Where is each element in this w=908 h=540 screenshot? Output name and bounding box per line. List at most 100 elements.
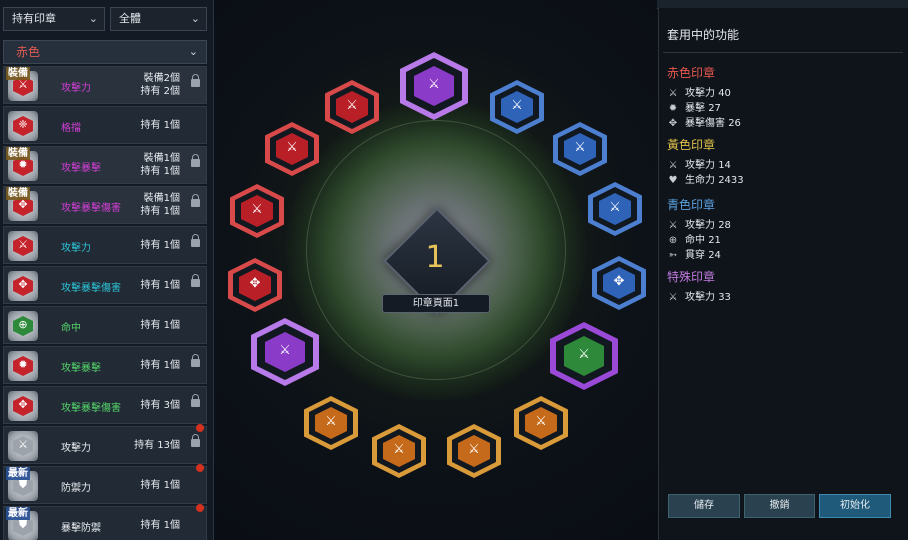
seal-slot[interactable]: ⚔	[325, 80, 379, 134]
seal-slot[interactable]: ⚔	[372, 424, 426, 478]
applied-stat: ➳ 貫穿 24	[667, 249, 721, 263]
lock-icon[interactable]	[191, 354, 200, 367]
seal-slot[interactable]: ⚔	[490, 80, 544, 134]
seal-name: 攻擊暴擊傷害	[61, 203, 121, 214]
stat-value: 26	[728, 118, 741, 129]
category-header[interactable]: 赤色 ⌄	[3, 40, 207, 64]
crossed-swords-icon: ⚔	[325, 414, 337, 429]
seal-list-item[interactable]: ❈ 格擋 持有 1個	[3, 106, 207, 144]
seal-count-line: 持有 3個	[140, 400, 180, 411]
pierce-icon: ➳	[668, 250, 678, 261]
seal-list-item[interactable]: ⊕ 命中 持有 1個	[3, 306, 207, 344]
seal-count-line: 持有 1個	[140, 166, 180, 177]
seal-count-line: 持有 13個	[134, 440, 180, 451]
seal-count: 裝備1個 持有 1個	[140, 152, 180, 178]
crossed-swords-icon: ⚔	[609, 200, 621, 215]
lock-icon[interactable]	[191, 194, 200, 207]
crossed-swords-icon: ⚔	[668, 88, 678, 99]
crossed-swords-icon: ⚔	[279, 343, 291, 358]
lock-icon[interactable]	[191, 434, 200, 447]
seal-list-item[interactable]: ⛊ 最新 防禦力 持有 1個	[3, 464, 207, 504]
seal-list-item[interactable]: ✹ 攻擊暴擊 持有 1個	[3, 346, 207, 384]
reset-button[interactable]: 初始化	[819, 494, 891, 518]
seal-name: 格擋	[61, 123, 81, 134]
seal-slot[interactable]: ⚔	[514, 396, 568, 450]
applied-stat: ✥ 暴擊傷害 26	[667, 117, 741, 131]
lock-icon[interactable]	[191, 274, 200, 287]
seal-slot[interactable]: ⚔	[230, 184, 284, 238]
stat-value: 21	[708, 235, 721, 246]
save-button[interactable]: 儲存	[668, 494, 740, 518]
type-filter-dropdown[interactable]: 全體 ⌄	[110, 7, 207, 31]
seal-icon-frame: ⚔	[8, 231, 38, 261]
seal-count: 持有 1個	[140, 479, 180, 492]
seal-list-item[interactable]: ⚔ 攻擊力 持有 13個	[3, 424, 207, 464]
applied-group-title: 特殊印章	[667, 270, 716, 284]
crossed-swords-icon: ⚔	[346, 98, 358, 113]
owned-filter-dropdown[interactable]: 持有印章 ⌄	[3, 7, 105, 31]
seal-list-item[interactable]: ⚔ 裝備 攻擊力 裝備2個 持有 2個	[3, 66, 207, 104]
seal-name: 攻擊暴擊	[61, 363, 101, 374]
crossed-swords-icon: ⚔	[468, 442, 480, 457]
type-filter-label: 全體	[119, 12, 141, 25]
seal-badge: 最新	[6, 467, 30, 480]
crossed-swords-icon: ⚔	[286, 140, 298, 155]
seal-icon-frame: ⚔	[8, 431, 38, 461]
seal-inventory-panel: 持有印章 ⌄ 全體 ⌄ 赤色 ⌄ ⚔ 裝備 攻擊力 裝備2個 持有 2個 ❈ 格擋 持有 1個…	[0, 0, 214, 540]
seal-name: 攻擊暴擊	[61, 163, 101, 174]
lock-icon[interactable]	[191, 74, 200, 87]
parry-icon: ❈	[18, 118, 28, 131]
seal-count: 持有 1個	[140, 519, 180, 532]
crossed-swords-icon: ⚔	[668, 160, 678, 171]
lock-icon[interactable]	[191, 394, 200, 407]
seal-list-item[interactable]: ⛊ 最新 暴擊防禦 持有 1個	[3, 504, 207, 540]
seal-slot[interactable]: ⚔	[400, 52, 468, 120]
seal-list-item[interactable]: ✥ 攻擊暴擊傷害 持有 1個	[3, 266, 207, 304]
seal-slot[interactable]: ⚔	[265, 122, 319, 176]
seal-count-line: 持有 1個	[140, 320, 180, 331]
seal-name: 攻擊力	[61, 83, 91, 94]
seal-list-item[interactable]: ⚔ 攻擊力 持有 1個	[3, 226, 207, 264]
seal-slot[interactable]: ✥	[592, 256, 646, 310]
owned-filter-label: 持有印章	[12, 12, 56, 25]
crossed-swords-icon: ⚔	[574, 140, 586, 155]
seal-list-item[interactable]: ✥ 攻擊暴擊傷害 持有 3個	[3, 386, 207, 424]
shield-icon: ⛊	[18, 478, 28, 491]
seal-slot[interactable]: ⚔	[304, 396, 358, 450]
lock-icon[interactable]	[191, 234, 200, 247]
target-icon: ⊕	[668, 235, 678, 246]
cancel-button[interactable]: 撤銷	[744, 494, 815, 518]
seal-count: 持有 1個	[140, 239, 180, 252]
seal-slot[interactable]: ⚔	[588, 182, 642, 236]
seal-slot[interactable]: ⚔	[447, 424, 501, 478]
applied-group-title: 青色印章	[667, 198, 716, 212]
seal-list-item[interactable]: ✥ 裝備 攻擊暴擊傷害 裝備1個 持有 1個	[3, 186, 207, 224]
stat-label: 生命力	[685, 175, 715, 186]
seal-count: 持有 3個	[140, 399, 180, 412]
seal-icon-frame: ✹	[8, 351, 38, 381]
seal-slot[interactable]: ⚔	[550, 322, 618, 390]
critical-damage-icon: ✥	[18, 398, 28, 411]
applied-stat: ⚔ 攻擊力 28	[667, 219, 731, 233]
seal-slot[interactable]: ⚔	[553, 122, 607, 176]
seal-count: 持有 1個	[140, 319, 180, 332]
seal-badge: 最新	[6, 507, 30, 520]
seal-list-item[interactable]: ✹ 裝備 攻擊暴擊 裝備1個 持有 1個	[3, 146, 207, 184]
page-number: 1	[425, 240, 445, 275]
seal-count-line: 持有 1個	[140, 240, 180, 251]
critical-damage-icon: ✥	[613, 274, 625, 289]
stat-value: 40	[718, 88, 731, 99]
page-label[interactable]: 印章頁面1	[382, 294, 490, 313]
shield-icon: ⛊	[18, 518, 28, 531]
stat-label: 攻擊力	[685, 220, 715, 231]
chevron-down-icon: ⌄	[190, 12, 200, 25]
lock-icon[interactable]	[191, 154, 200, 167]
applied-group-title: 赤色印章	[667, 66, 716, 80]
seal-icon-frame: ❈	[8, 111, 38, 141]
seal-slot[interactable]: ⚔	[251, 318, 319, 386]
seal-count-line: 裝備2個	[143, 73, 180, 84]
stat-label: 暴擊	[685, 103, 705, 114]
notification-dot	[196, 424, 204, 432]
seal-name: 攻擊暴擊傷害	[61, 403, 121, 414]
seal-slot[interactable]: ✥	[228, 258, 282, 312]
